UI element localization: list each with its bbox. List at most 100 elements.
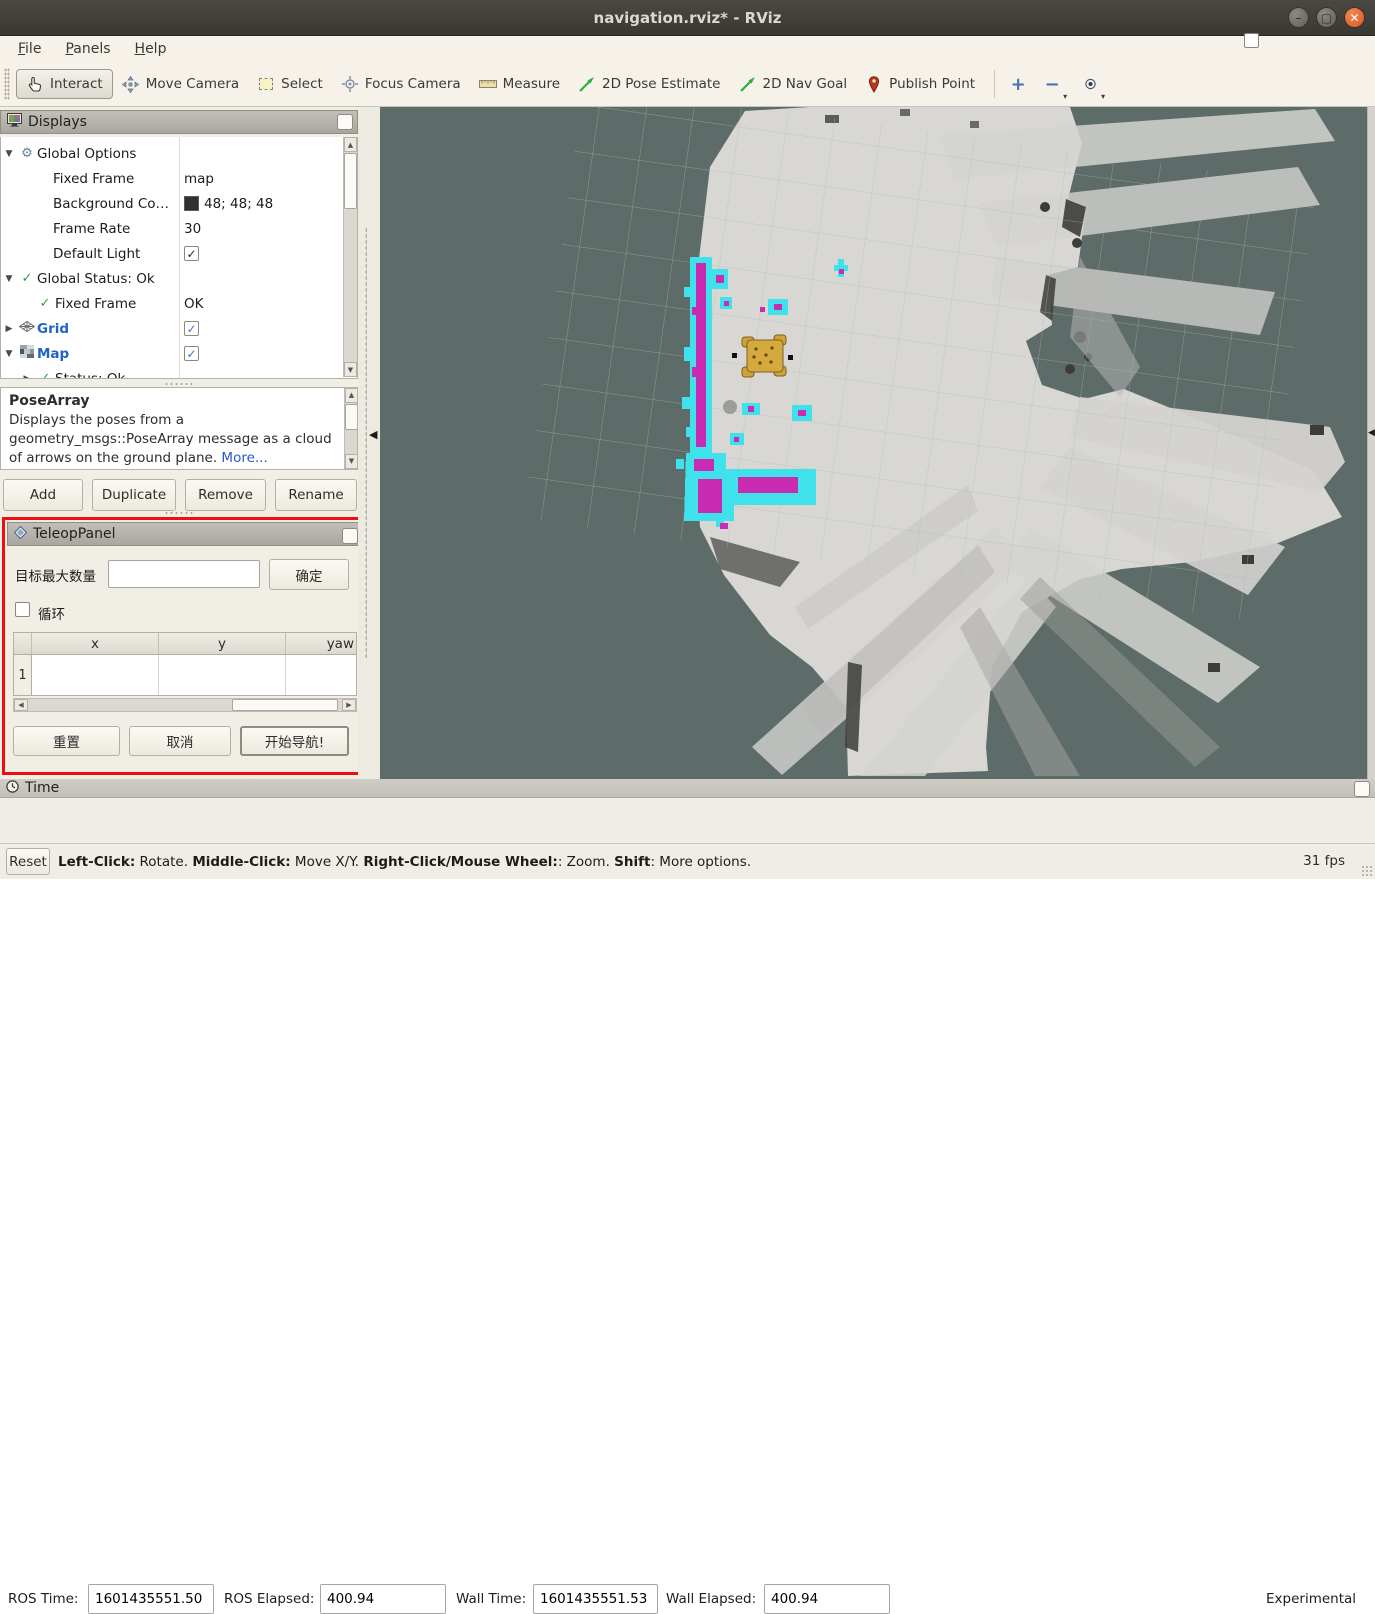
maximize-button[interactable]: ▢ [1316, 7, 1337, 28]
tree-row-frame-rate[interactable]: Frame Rate 30 [1, 216, 345, 241]
column-header-yaw[interactable]: yaw [286, 633, 356, 654]
tree-row-grid[interactable]: ▶ Grid ✓ [1, 316, 345, 341]
collapse-left-arrow-icon[interactable]: ◀ [369, 428, 377, 441]
tool-2d-pose-estimate[interactable]: 2D Pose Estimate [569, 70, 729, 98]
expander-down-icon[interactable]: ▼ [1, 349, 17, 359]
tree-row-global-options[interactable]: ▼ ⚙ Global Options [1, 141, 345, 166]
time-float-button[interactable] [1354, 781, 1370, 797]
displays-scrollbar[interactable]: ▲ ▼ [343, 137, 357, 377]
tool-focus-camera[interactable]: Focus Camera [332, 70, 470, 98]
tree-row-background-color[interactable]: Background Co… 48; 48; 48 [1, 191, 345, 216]
tool-publish-point[interactable]: Publish Point [856, 70, 984, 98]
remove-tool-button[interactable]: − ▾ [1039, 69, 1065, 99]
expander-right-icon[interactable]: ▶ [1, 324, 17, 334]
cell-yaw[interactable] [286, 655, 356, 695]
menu-file[interactable]: File [8, 39, 51, 59]
expander-down-icon[interactable]: ▼ [1, 149, 17, 159]
max-goals-input[interactable] [108, 560, 260, 588]
tool-interact[interactable]: Interact [16, 69, 113, 99]
add-button[interactable]: Add [3, 479, 83, 511]
experimental-checkbox[interactable] [1244, 33, 1259, 48]
max-goals-label: 目标最大数量 [15, 565, 96, 585]
teleop-float-button[interactable] [342, 528, 358, 544]
cell-y[interactable] [159, 655, 286, 695]
fixed-frame-value[interactable]: map [184, 171, 214, 187]
grid-enabled-checkbox[interactable]: ✓ [184, 321, 199, 336]
ros-elapsed-input[interactable] [320, 1584, 446, 1614]
scroll-left-arrow[interactable]: ◀ [14, 699, 28, 711]
reset-goals-button[interactable]: 重置 [13, 726, 120, 756]
splitter-handle[interactable] [164, 382, 194, 386]
goal-table[interactable]: x y yaw 1 [13, 632, 357, 696]
titlebar[interactable]: navigation.rviz* - RViz – ▢ ✕ [0, 0, 1375, 36]
frame-rate-value[interactable]: 30 [184, 221, 201, 237]
resize-grip[interactable] [1361, 865, 1373, 877]
checkbox-checked[interactable]: ✓ [184, 246, 199, 261]
tree-row-label: Fixed Frame [55, 296, 136, 312]
render-viewport[interactable] [380, 107, 1367, 779]
menu-help[interactable]: Help [125, 39, 177, 59]
close-button[interactable]: ✕ [1344, 7, 1365, 28]
more-link[interactable]: More... [221, 450, 267, 466]
scrollbar-thumb[interactable] [344, 153, 357, 209]
wall-elapsed-input[interactable] [764, 1584, 890, 1614]
scrollbar-thumb[interactable] [232, 699, 338, 711]
goal-table-row[interactable]: 1 [14, 655, 356, 695]
mouse-help-text: Left-Click: Rotate. Middle-Click: Move X… [58, 854, 751, 870]
background-color-value[interactable]: 48; 48; 48 [184, 196, 273, 212]
confirm-button[interactable]: 确定 [269, 559, 349, 590]
cancel-button[interactable]: 取消 [129, 726, 231, 756]
cell-x[interactable] [32, 655, 159, 695]
tree-row-map-status[interactable]: ▶ ✓ Status: Ok [1, 366, 345, 379]
tool-select[interactable]: Select [248, 70, 332, 98]
default-light-checkbox[interactable]: ✓ [184, 246, 199, 261]
menu-panels[interactable]: Panels [55, 39, 120, 59]
scrollbar-thumb[interactable] [345, 404, 358, 430]
minimize-button[interactable]: – [1288, 7, 1309, 28]
wall-time-input[interactable] [533, 1584, 658, 1614]
displays-panel-header[interactable]: Displays [0, 110, 358, 134]
toolbar-drag-handle[interactable] [4, 68, 10, 100]
views-panel-collapsed-strip[interactable]: ◀ [1367, 107, 1375, 779]
tree-row-fixed-frame-status[interactable]: ✓ Fixed Frame OK [1, 291, 345, 316]
loop-checkbox[interactable] [15, 602, 30, 617]
splitter-handle[interactable] [164, 511, 194, 515]
ros-time-input[interactable] [88, 1584, 214, 1614]
rename-button[interactable]: Rename [275, 479, 357, 511]
tree-row-default-light[interactable]: Default Light ✓ [1, 241, 345, 266]
tree-row-global-status[interactable]: ▼ ✓ Global Status: Ok [1, 266, 345, 291]
add-tool-button[interactable]: + [1005, 69, 1031, 99]
time-panel-header[interactable]: Time [0, 779, 1375, 798]
goal-table-hscrollbar[interactable]: ◀ ▶ [13, 698, 357, 712]
map-enabled-checkbox[interactable]: ✓ [184, 346, 199, 361]
corner-header-cell [14, 633, 32, 654]
collapse-left-arrow-icon[interactable]: ◀ [1368, 428, 1375, 438]
column-header-x[interactable]: x [32, 633, 159, 654]
tool-visibility-button[interactable]: ▾ [1077, 69, 1103, 99]
panel-splitter[interactable]: ◀ [358, 107, 380, 779]
scroll-down-arrow[interactable]: ▼ [345, 454, 358, 469]
scroll-down-arrow[interactable]: ▼ [344, 362, 357, 377]
tool-measure[interactable]: Measure [470, 70, 569, 98]
teleop-panel-header[interactable]: TeleopPanel [7, 522, 365, 546]
duplicate-button[interactable]: Duplicate [92, 479, 176, 511]
display-description-panel[interactable]: PoseArray Displays the poses from a geom… [0, 387, 358, 470]
remove-button[interactable]: Remove [185, 479, 266, 511]
checkbox-checked[interactable]: ✓ [184, 321, 199, 336]
scroll-up-arrow[interactable]: ▲ [345, 388, 358, 403]
tree-row-map[interactable]: ▼ Map ✓ [1, 341, 345, 366]
tree-row-fixed-frame[interactable]: Fixed Frame map [1, 166, 345, 191]
expander-right-icon[interactable]: ▶ [19, 374, 35, 380]
start-navigation-button[interactable]: 开始导航! [240, 726, 349, 756]
reset-button[interactable]: Reset [6, 848, 50, 875]
scroll-up-arrow[interactable]: ▲ [344, 137, 357, 152]
expander-down-icon[interactable]: ▼ [1, 274, 17, 284]
scroll-right-arrow[interactable]: ▶ [342, 699, 356, 711]
column-header-y[interactable]: y [159, 633, 286, 654]
checkbox-checked[interactable]: ✓ [184, 346, 199, 361]
description-scrollbar[interactable]: ▲ ▼ [344, 388, 358, 469]
displays-float-button[interactable] [337, 114, 353, 130]
tool-move-camera[interactable]: Move Camera [113, 70, 248, 98]
tool-2d-nav-goal[interactable]: 2D Nav Goal [730, 70, 857, 98]
displays-tree[interactable]: ▼ ⚙ Global Options Fixed Frame map Backg… [0, 137, 358, 379]
